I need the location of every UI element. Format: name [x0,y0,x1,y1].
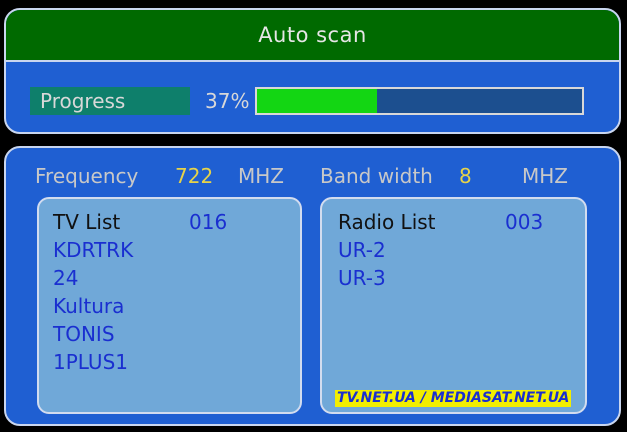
tv-list-item: Kultura [53,294,125,318]
radio-list-count: 003 [505,210,544,234]
radio-list-item: UR-3 [338,266,386,290]
frequency-unit: MHZ [238,164,284,188]
radio-list-title: Radio List [338,210,436,234]
tv-list-item: 1PLUS1 [53,350,128,374]
bandwidth-unit: MHZ [522,164,568,188]
radio-list-item: UR-2 [338,238,386,262]
tv-list-item: 24 [53,266,79,290]
frequency-label: Frequency [35,164,139,188]
watermark: TV.NET.UA / MEDIASAT.NET.UA [335,390,572,407]
scan-status-panel: Auto scan [4,8,621,134]
page-title: Auto scan [6,10,619,62]
frequency-value: 722 [175,164,214,188]
bandwidth-label: Band width [320,164,433,188]
tv-list-item: TONIS [53,322,115,346]
progress-bar [255,87,584,115]
progress-percent: 37% [205,89,250,113]
progress-bar-fill [257,89,378,113]
tv-list-item: KDRTRK [53,238,134,262]
tv-list-count: 016 [189,210,228,234]
progress-label: Progress [30,87,190,115]
bandwidth-value: 8 [459,164,472,188]
tv-list-title: TV List [53,210,121,234]
